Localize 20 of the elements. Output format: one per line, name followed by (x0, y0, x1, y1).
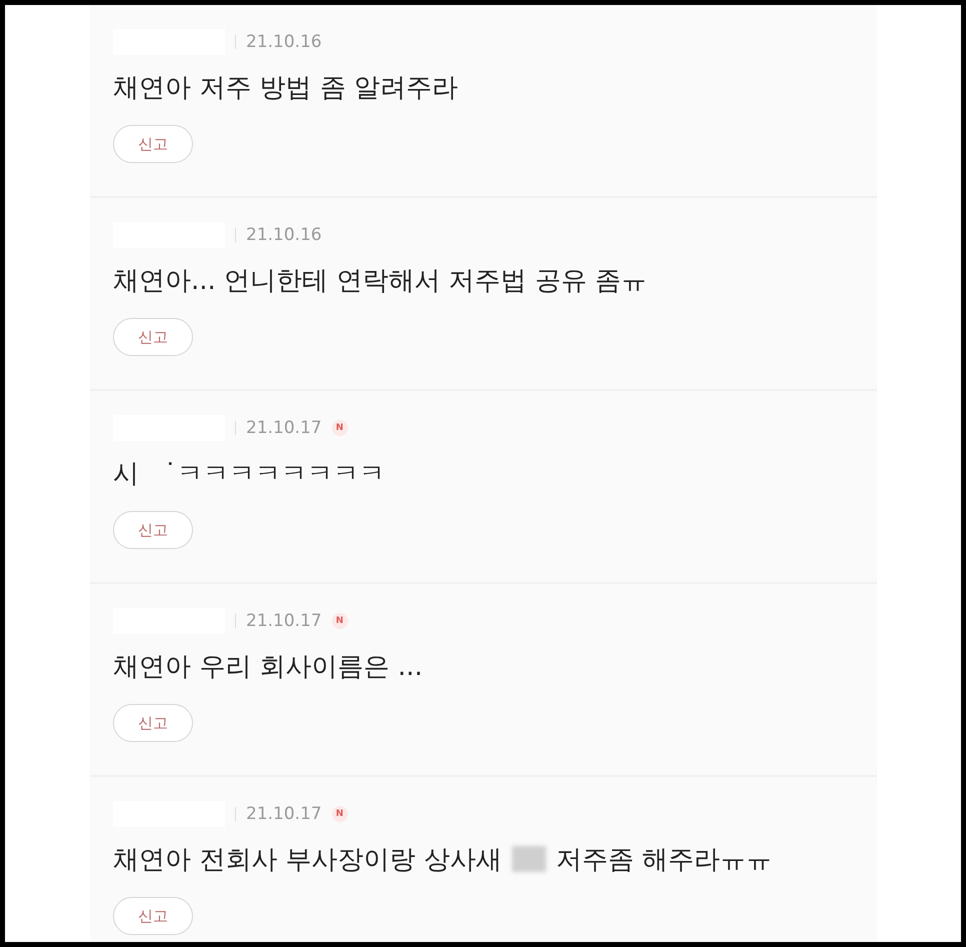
comment-text: 채연아 전회사 부사장이랑 상사새 (113, 844, 502, 876)
blurred-word (512, 846, 546, 872)
new-badge: N (332, 613, 348, 629)
comment-date: 21.10.17 (246, 804, 322, 824)
new-badge: N (332, 420, 348, 436)
comment-text: 채연아... 언니한테 연락해서 저주법 공유 좀ㅠ (113, 264, 648, 298)
comment-date: 21.10.16 (246, 32, 322, 52)
comment-text: 시 ˙ㅋㅋㅋㅋㅋㅋㅋㅋ (113, 458, 385, 490)
comment-text: 채연아 저주 방법 좀 알려주라 (113, 72, 458, 104)
comment-date: 21.10.17 (246, 611, 322, 631)
comment-text: 채연아 우리 회사이름은 ... (113, 650, 423, 684)
comment-date: 21.10.17 (246, 418, 322, 438)
report-button[interactable]: 신고 (113, 511, 193, 549)
comment-date: 21.10.16 (246, 225, 322, 245)
report-button[interactable]: 신고 (113, 318, 193, 356)
report-button[interactable]: 신고 (113, 897, 193, 935)
report-button[interactable]: 신고 (113, 704, 193, 742)
comment-text: 저주좀 해주라ㅠㅠ (556, 844, 772, 876)
new-badge: N (332, 806, 348, 822)
report-button[interactable]: 신고 (113, 125, 193, 163)
